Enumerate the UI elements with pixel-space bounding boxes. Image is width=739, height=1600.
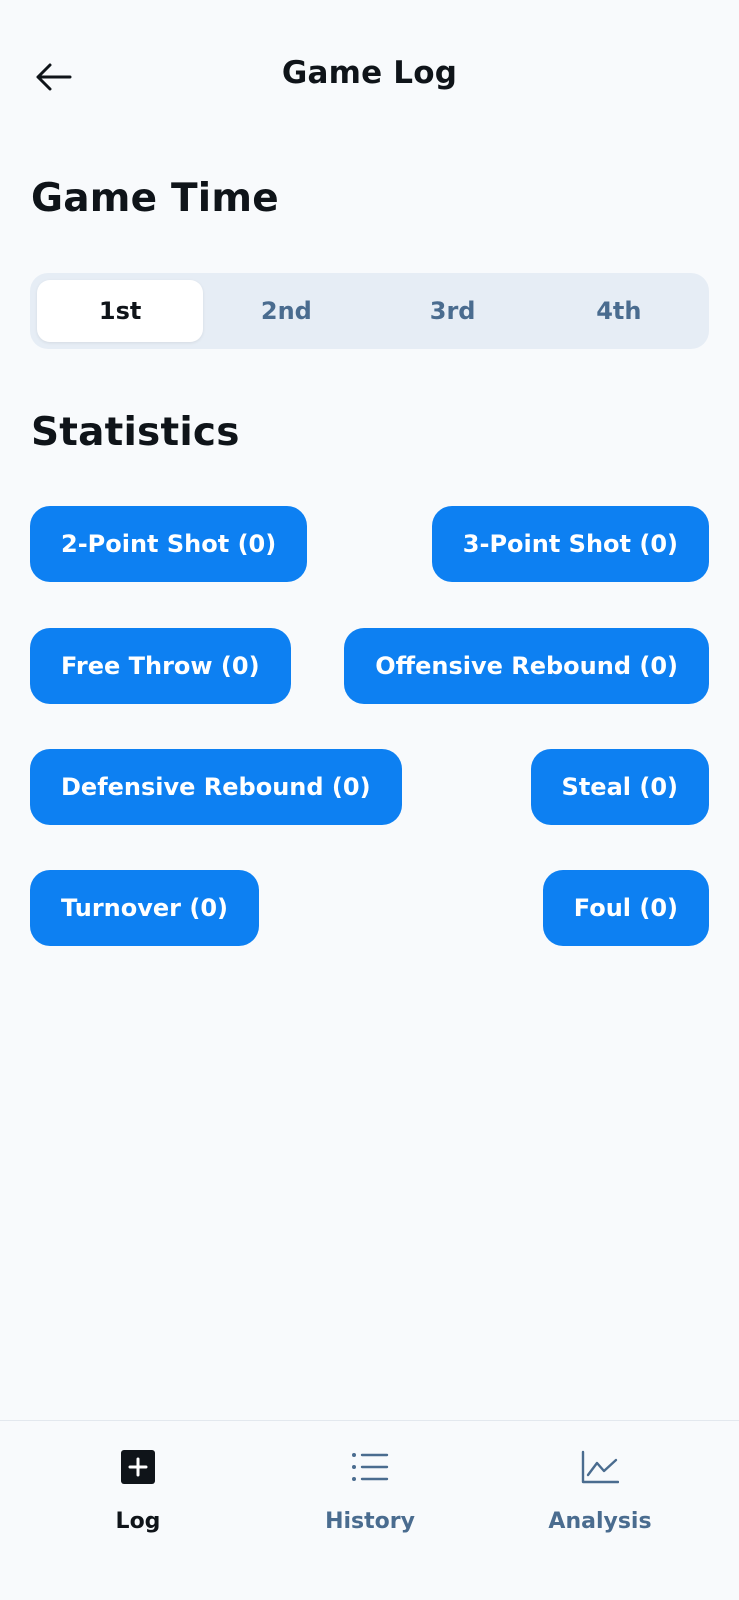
page-title: Game Log <box>281 55 458 91</box>
plus-square-icon <box>118 1447 158 1487</box>
stat-row: Defensive Rebound (0) Steal (0) <box>30 749 709 825</box>
top-bar: Game Log <box>0 0 739 150</box>
two-point-shot-button[interactable]: 2-Point Shot (0) <box>30 506 308 582</box>
three-point-shot-button[interactable]: 3-Point Shot (0) <box>431 506 709 582</box>
period-selector: 1st 2nd 3rd 4th <box>30 273 709 349</box>
stat-row: 2-Point Shot (0) 3-Point Shot (0) <box>30 506 709 582</box>
list-icon <box>350 1447 390 1487</box>
free-throw-button[interactable]: Free Throw (0) <box>30 628 291 704</box>
nav-analysis-label: Analysis <box>548 1509 652 1534</box>
period-tab-4th[interactable]: 4th <box>536 280 702 342</box>
nav-log-label: Log <box>115 1509 161 1534</box>
period-tab-3rd[interactable]: 3rd <box>370 280 536 342</box>
nav-history-label: History <box>325 1509 415 1534</box>
offensive-rebound-button[interactable]: Offensive Rebound (0) <box>344 628 709 704</box>
stat-row: Free Throw (0) Offensive Rebound (0) <box>30 628 709 704</box>
foul-button[interactable]: Foul (0) <box>542 870 709 946</box>
nav-log[interactable]: Log <box>38 1447 238 1557</box>
line-chart-icon <box>580 1447 620 1487</box>
nav-history[interactable]: History <box>270 1447 470 1557</box>
period-tab-2nd[interactable]: 2nd <box>203 280 369 342</box>
period-tab-1st[interactable]: 1st <box>37 280 204 342</box>
bottom-nav: Log History Analysis <box>0 1420 739 1600</box>
nav-analysis[interactable]: Analysis <box>500 1447 700 1557</box>
game-time-heading: Game Time <box>31 176 279 221</box>
statistics-heading: Statistics <box>31 410 240 455</box>
steal-button[interactable]: Steal (0) <box>530 749 709 825</box>
stat-row: Turnover (0) Foul (0) <box>30 870 709 946</box>
app: Game Log Game Time 1st 2nd 3rd 4th Stati… <box>0 0 739 1600</box>
defensive-rebound-button[interactable]: Defensive Rebound (0) <box>30 749 402 825</box>
turnover-button[interactable]: Turnover (0) <box>30 870 259 946</box>
